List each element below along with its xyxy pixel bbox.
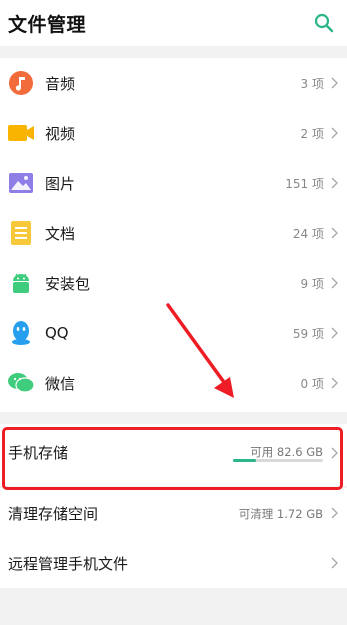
annotation-arrow (166, 303, 234, 398)
